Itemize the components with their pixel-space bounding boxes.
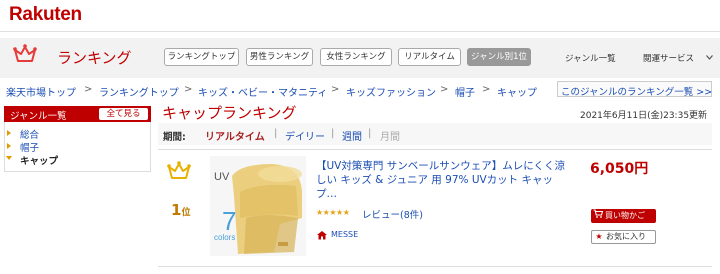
breadcrumb-item[interactable]: キャップ (497, 84, 537, 99)
favorite-button[interactable]: ★ お気に入り (591, 230, 656, 244)
list-divider (158, 149, 712, 150)
update-timestamp: 2021年6月11日(金)23:35更新 (580, 111, 708, 121)
product-price: 6,050円 (590, 161, 649, 177)
period-tab-daily[interactable]: デイリー (285, 128, 325, 143)
page-title: キャップランキング (162, 104, 297, 122)
nav-button-women-ranking[interactable]: 女性ランキング (320, 48, 392, 66)
breadcrumb-item[interactable]: キッズファッション (346, 84, 436, 99)
breadcrumb-item[interactable]: 帽子 (455, 84, 475, 99)
sidebar-item-general[interactable]: 総合 (20, 127, 39, 141)
period-separator: | (331, 128, 335, 139)
sidebar-item-hats[interactable]: 帽子 (20, 140, 39, 154)
ranking-page: Rakuten ランキング ランキングトップ 男性ランキング 女性ランキング リ… (0, 0, 720, 274)
star-icon: ★ (595, 232, 603, 241)
period-tab-realtime[interactable]: リアルタイム (205, 128, 265, 143)
breadcrumb-separator: > (482, 84, 491, 95)
rakuten-logo[interactable]: Rakuten (9, 4, 82, 26)
rank-number: 1位 (171, 201, 191, 219)
genre-ranking-list-link[interactable]: このジャンルのランキング一覧 >> (561, 84, 712, 98)
breadcrumb-separator: > (84, 84, 93, 95)
cap-product-photo: UV 7 colors (210, 156, 306, 256)
period-tab-monthly: 月間 (380, 132, 400, 143)
image-colors-text: colors (214, 233, 235, 242)
image-color-count: 7 (222, 206, 236, 236)
caret-down-icon (6, 156, 12, 160)
nav-link-related-services[interactable]: 閲運サービス (643, 52, 694, 64)
nav-link-genre-list[interactable]: ジャンル一覧 (565, 52, 616, 64)
review-link[interactable]: レビュー(8件) (362, 207, 423, 221)
shop-icon (317, 231, 327, 240)
nav-button-ranking-top[interactable]: ランキングトップ (164, 48, 239, 66)
gold-crown-icon (167, 161, 191, 179)
arrow-right-icon (7, 130, 11, 136)
list-divider (158, 266, 712, 267)
period-tab-weekly[interactable]: 週間 (342, 128, 362, 143)
header-divider (0, 31, 720, 32)
period-separator: | (274, 128, 278, 139)
arrow-right-icon (7, 143, 11, 149)
product-image[interactable]: UV 7 colors (210, 156, 306, 256)
period-separator: | (368, 128, 372, 139)
shop-name-link[interactable]: MESSE (331, 230, 358, 239)
sidebar-title: ジャンル一覧 (10, 111, 67, 122)
product-title-link[interactable]: 【UV対策専門 サンベールサンウェア】ムレにくく涼しい キッズ & ジュニア 用… (316, 159, 571, 201)
breadcrumb-item[interactable]: キッズ・ベビー・マタニティ (198, 84, 327, 99)
nav-button-realtime[interactable]: リアルタイム (398, 48, 461, 66)
breadcrumb-separator: > (331, 84, 340, 95)
add-to-cart-button[interactable]: 買い物かご (591, 209, 656, 223)
image-uv-text: UV (214, 171, 230, 183)
breadcrumb-item[interactable]: 楽天市場トップ (6, 84, 76, 99)
chevron-down-icon (706, 55, 713, 60)
ranking-title[interactable]: ランキング (57, 47, 132, 68)
breadcrumb-separator: > (184, 84, 193, 95)
breadcrumb-separator: > (440, 84, 449, 95)
period-label: 期間: (163, 132, 186, 143)
breadcrumb-item[interactable]: ランキングトップ (99, 84, 179, 99)
rating-stars: ★★★★★ (316, 208, 350, 217)
cart-icon (591, 209, 605, 223)
ranking-crown-icon (13, 44, 37, 62)
sidebar-item-cap[interactable]: キャップ (20, 153, 58, 167)
nav-button-genre-first[interactable]: ジャンル別1位 (467, 48, 531, 66)
show-all-button[interactable]: 全て見る (99, 108, 148, 120)
nav-button-men-ranking[interactable]: 男性ランキング (246, 48, 313, 66)
favorite-button-label: お気に入り (606, 232, 646, 241)
cart-button-label: 買い物かご (605, 211, 645, 220)
